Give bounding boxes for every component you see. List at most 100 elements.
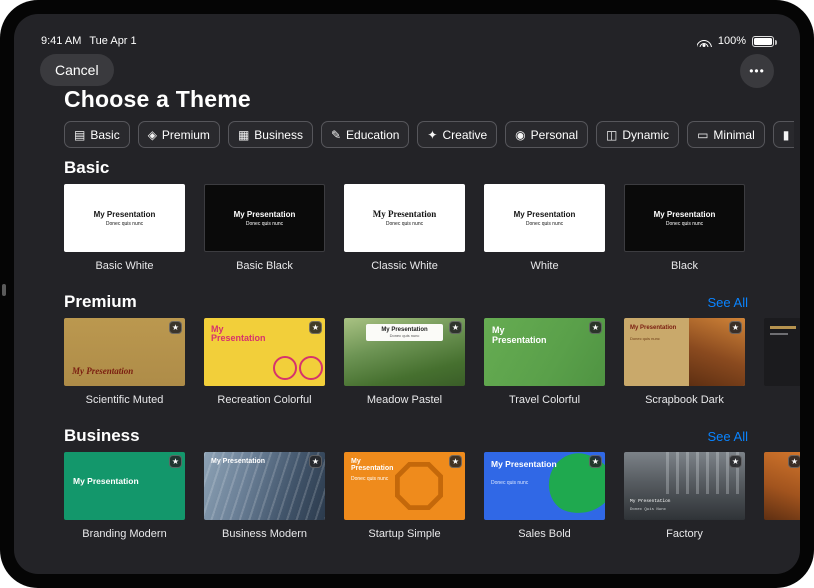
battery-percent: 100% bbox=[718, 35, 746, 47]
filter-label: Business bbox=[254, 128, 303, 142]
theme-thumbnail: My Presentation ★ bbox=[484, 318, 605, 386]
theme-name: Travel Colorful bbox=[484, 394, 605, 406]
wifi-icon bbox=[697, 36, 712, 47]
theme-name: Classic White bbox=[344, 260, 465, 272]
section-title: Premium bbox=[64, 292, 137, 312]
side-button bbox=[2, 284, 6, 296]
section-basic: Basic My PresentationDonec quis nunc Bas… bbox=[64, 158, 800, 272]
filter-label: Dynamic bbox=[622, 128, 669, 142]
theme-card-business-modern[interactable]: My Presentation ★ Business Modern bbox=[204, 452, 325, 540]
education-category-icon: ✎ bbox=[331, 129, 341, 141]
star-badge-icon: ★ bbox=[309, 321, 322, 334]
theme-card-recreation-colorful[interactable]: My Presentation ★ Recreation Colorful bbox=[204, 318, 325, 406]
theme-name: White bbox=[484, 260, 605, 272]
filter-label: Minimal bbox=[713, 128, 754, 142]
theme-thumbnail bbox=[764, 318, 800, 386]
star-badge-icon: ★ bbox=[729, 455, 742, 468]
theme-thumbnail: My PresentationDonec quis nunc bbox=[624, 184, 745, 252]
star-badge-icon: ★ bbox=[169, 321, 182, 334]
star-badge-icon: ★ bbox=[589, 321, 602, 334]
theme-name: Sales Bold bbox=[484, 528, 605, 540]
theme-name: Basic White bbox=[64, 260, 185, 272]
theme-card-startup-simple[interactable]: My Presentation Donec quis nunc ★ Startu… bbox=[344, 452, 465, 540]
section-premium: Premium See All My Presentation ★ Scient… bbox=[64, 292, 800, 406]
status-time-date: 9:41 AMTue Apr 1 bbox=[41, 35, 145, 47]
theme-card-scrapbook-dark[interactable]: My Presentation Donec quis nunc ★ Scrapb… bbox=[624, 318, 745, 406]
star-badge-icon: ★ bbox=[309, 455, 322, 468]
theme-card-white[interactable]: My PresentationDonec quis nunc White bbox=[484, 184, 605, 272]
section-business: Business See All My Presentation ★ Brand… bbox=[64, 426, 800, 540]
filter-chip-business[interactable]: ▦ Business bbox=[228, 121, 313, 148]
filter-chip-bold[interactable]: ▮Bold bbox=[773, 121, 794, 148]
theme-thumbnail: My Presentation ★ bbox=[64, 452, 185, 520]
bold-category-icon: ▮ bbox=[783, 129, 790, 141]
theme-thumbnail: ★ bbox=[764, 452, 800, 520]
theme-card-classic-white[interactable]: My PresentationDonec quis nunc Classic W… bbox=[344, 184, 465, 272]
theme-name: Startup Simple bbox=[344, 528, 465, 540]
filter-chip-personal[interactable]: ◉ Personal bbox=[505, 121, 588, 148]
filter-chip-creative[interactable]: ✦ Creative bbox=[417, 121, 497, 148]
theme-name: Black bbox=[624, 260, 745, 272]
theme-thumbnail: My PresentationDonec quis nunc bbox=[484, 184, 605, 252]
status-time: 9:41 AM bbox=[41, 35, 81, 47]
business-category-icon: ▦ bbox=[238, 129, 249, 141]
filter-chip-dynamic[interactable]: ◫ Dynamic bbox=[596, 121, 679, 148]
theme-gallery: Basic My PresentationDonec quis nunc Bas… bbox=[64, 152, 800, 574]
theme-card-branding-modern[interactable]: My Presentation ★ Branding Modern bbox=[64, 452, 185, 540]
theme-thumbnail: My Presentation Donec quis nunc ★ bbox=[624, 318, 745, 386]
theme-row-basic: My PresentationDonec quis nunc Basic Whi… bbox=[64, 184, 800, 272]
section-title: Basic bbox=[64, 158, 109, 178]
filter-label: Creative bbox=[442, 128, 487, 142]
star-badge-icon: ★ bbox=[589, 455, 602, 468]
theme-card-factory[interactable]: My Presentation Donec Quis Nunc ★ Factor… bbox=[624, 452, 745, 540]
filter-label: Basic bbox=[90, 128, 119, 142]
theme-card-sales-bold[interactable]: My Presentation Donec quis nunc ★ Sales … bbox=[484, 452, 605, 540]
theme-thumbnail: My PresentationDonec quis nunc ★ bbox=[344, 318, 465, 386]
filter-chip-minimal[interactable]: ▭ Minimal bbox=[687, 121, 765, 148]
theme-row-premium: My Presentation ★ Scientific Muted My Pr… bbox=[64, 318, 800, 406]
bicycle-graphic bbox=[273, 356, 297, 380]
see-all-premium-link[interactable]: See All bbox=[708, 295, 748, 310]
see-all-business-link[interactable]: See All bbox=[708, 429, 748, 444]
status-indicators: 100% bbox=[697, 35, 774, 47]
more-options-button[interactable]: ••• bbox=[740, 54, 774, 88]
keynote-theme-chooser-screen: 9:41 AMTue Apr 1 100% Cancel ••• Choose … bbox=[14, 14, 800, 574]
star-badge-icon: ★ bbox=[449, 455, 462, 468]
theme-card-basic-black[interactable]: My PresentationDonec quis nunc Basic Bla… bbox=[204, 184, 325, 272]
filter-label: Personal bbox=[531, 128, 578, 142]
battery-icon bbox=[752, 36, 774, 47]
theme-name: Meadow Pastel bbox=[344, 394, 465, 406]
theme-name: Scrapbook Dark bbox=[624, 394, 745, 406]
theme-name: Basic Black bbox=[204, 260, 325, 272]
filter-chip-premium[interactable]: ◈Premium bbox=[138, 121, 220, 148]
theme-card-travel-colorful[interactable]: My Presentation ★ Travel Colorful bbox=[484, 318, 605, 406]
theme-name: Branding Modern bbox=[64, 528, 185, 540]
theme-thumbnail: My Presentation Donec quis nunc ★ bbox=[344, 452, 465, 520]
theme-card-meadow-pastel[interactable]: My PresentationDonec quis nunc ★ Meadow … bbox=[344, 318, 465, 406]
creative-category-icon: ✦ bbox=[427, 129, 437, 141]
status-bar: 9:41 AMTue Apr 1 100% bbox=[41, 35, 774, 47]
theme-thumbnail: My Presentation Donec quis nunc ★ bbox=[484, 452, 605, 520]
theme-card-black[interactable]: My PresentationDonec quis nunc Black bbox=[624, 184, 745, 272]
page-title: Choose a Theme bbox=[64, 86, 251, 113]
dynamic-category-icon: ◫ bbox=[606, 129, 617, 141]
personal-category-icon: ◉ bbox=[515, 129, 525, 141]
theme-row-business: My Presentation ★ Branding Modern My Pre… bbox=[64, 452, 800, 540]
filter-chip-basic[interactable]: ▤ Basic bbox=[64, 121, 130, 148]
section-title: Business bbox=[64, 426, 140, 446]
theme-name: Business Modern bbox=[204, 528, 325, 540]
category-filter-bar: ▤ Basic ◈Premium ▦ Business ✎Education ✦ Cr… bbox=[64, 121, 794, 148]
cancel-button[interactable]: Cancel bbox=[40, 54, 114, 86]
star-badge-icon: ★ bbox=[729, 321, 742, 334]
premium-category-icon: ◈ bbox=[148, 129, 157, 141]
minimal-category-icon: ▭ bbox=[697, 129, 708, 141]
star-badge-icon: ★ bbox=[449, 321, 462, 334]
theme-thumbnail: My PresentationDonec quis nunc bbox=[64, 184, 185, 252]
basic-category-icon: ▤ bbox=[74, 129, 85, 141]
theme-thumbnail: My PresentationDonec quis nunc bbox=[344, 184, 465, 252]
theme-card-scientific-muted[interactable]: My Presentation ★ Scientific Muted bbox=[64, 318, 185, 406]
filter-chip-education[interactable]: ✎Education bbox=[321, 121, 409, 148]
theme-card-partial[interactable] bbox=[764, 318, 800, 406]
theme-card-partial[interactable]: ★ bbox=[764, 452, 800, 540]
theme-card-basic-white[interactable]: My PresentationDonec quis nunc Basic Whi… bbox=[64, 184, 185, 272]
